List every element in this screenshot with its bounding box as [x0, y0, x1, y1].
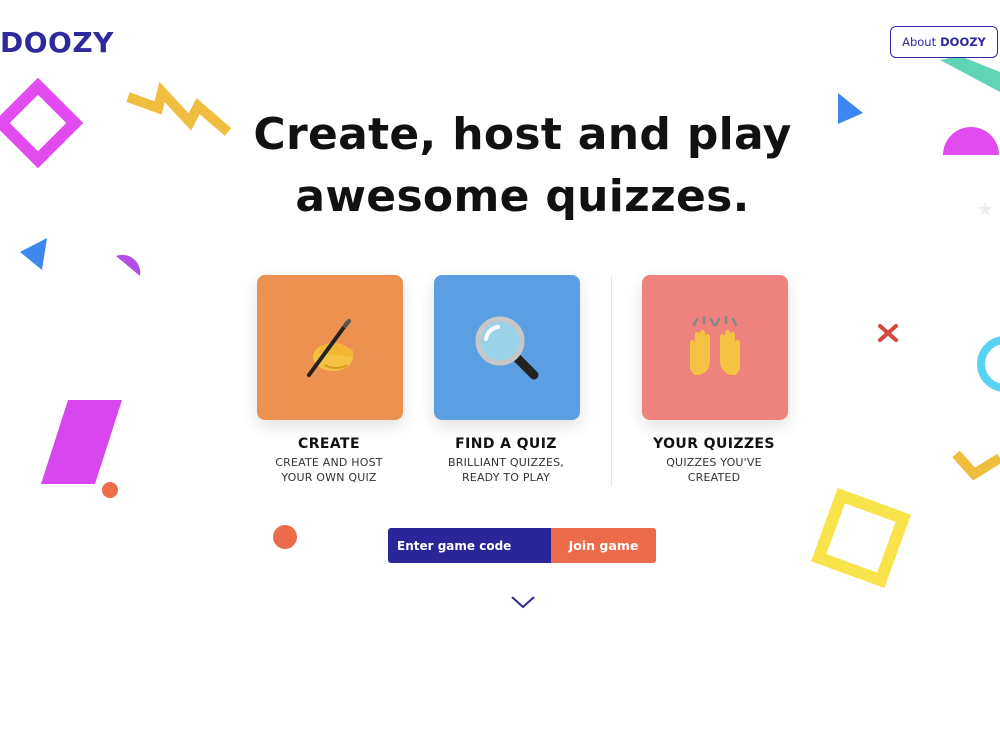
about-label: About [902, 35, 937, 49]
card-divider [611, 276, 612, 486]
hero-headline: Create, host and play awesome quizzes. [0, 104, 1000, 228]
coral-dot-small [102, 482, 118, 498]
logo[interactable]: DOOZY [0, 26, 114, 59]
magenta-parallelogram [41, 400, 122, 484]
chevron-down-icon[interactable] [510, 594, 536, 610]
cyan-ring-arc [977, 336, 1000, 392]
magnifying-glass-icon [475, 316, 539, 379]
purple-half-circle [116, 254, 141, 276]
create-card-title[interactable]: CREATE [229, 436, 429, 452]
hero-line-2: awesome quizzes. [295, 171, 750, 222]
red-cross-icon [878, 324, 898, 342]
your-quizzes-subtitle-line-1: QUIZZES YOU'VE [666, 456, 762, 469]
game-code-input[interactable] [388, 528, 551, 563]
hero-line-1: Create, host and play [253, 109, 792, 160]
create-card-subtitle-line-2: YOUR OWN QUIZ [281, 470, 377, 484]
create-card-subtitle: CREATE AND HOST YOUR OWN QUIZ [229, 456, 429, 485]
raised-hands-icon [690, 315, 740, 375]
join-game-form: Join game [388, 528, 656, 563]
find-a-quiz-card[interactable] [434, 275, 580, 420]
your-quizzes-card[interactable] [642, 275, 788, 420]
find-a-quiz-card-subtitle: BRILLIANT QUIZZES, READY TO PLAY [406, 456, 606, 485]
find-a-quiz-card-title[interactable]: FIND A QUIZ [406, 436, 606, 452]
blue-triangle-left [20, 238, 47, 270]
join-game-button[interactable]: Join game [551, 528, 656, 563]
yellow-zigzag-right [952, 450, 1000, 481]
find-a-quiz-subtitle-line-2: READY TO PLAY [461, 470, 551, 484]
create-card-subtitle-line-1: CREATE AND HOST [275, 456, 383, 469]
find-a-quiz-subtitle-line-1: BRILLIANT QUIZZES, [448, 456, 564, 469]
coral-dot-large [273, 525, 297, 549]
about-brand-label: DOOZY [940, 35, 986, 49]
writing-hand-icon [307, 318, 354, 377]
your-quizzes-card-title[interactable]: YOUR QUIZZES [614, 436, 814, 452]
about-doozy-button[interactable]: About DOOZY [890, 26, 998, 58]
create-card[interactable] [257, 275, 403, 420]
your-quizzes-card-subtitle: QUIZZES YOU'VE CREATED [614, 456, 814, 485]
teal-bar [940, 56, 1000, 92]
your-quizzes-subtitle-line-2: CREATED [687, 470, 741, 484]
yellow-square-outline [811, 488, 911, 588]
